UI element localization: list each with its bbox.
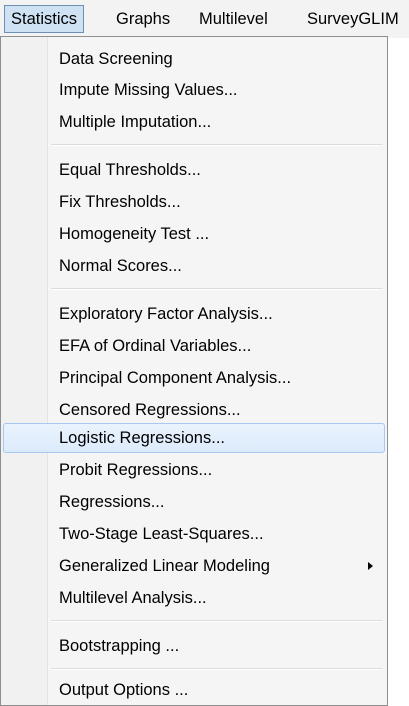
- menu-item-principal-component-analysis[interactable]: Principal Component Analysis...: [3, 363, 385, 393]
- menu-item-label: EFA of Ordinal Variables...: [59, 337, 252, 355]
- menu-separator: [51, 144, 383, 146]
- menu-item-label: Fix Thresholds...: [59, 193, 181, 211]
- menu-item-generalized-linear-modeling[interactable]: Generalized Linear Modeling: [3, 551, 385, 581]
- menu-item-normal-scores[interactable]: Normal Scores...: [3, 251, 385, 281]
- menu-separator: [51, 620, 383, 622]
- menu-item-label: Censored Regressions...: [59, 401, 241, 419]
- menu-item-homogeneity-test[interactable]: Homogeneity Test ...: [3, 219, 385, 249]
- menu-statistics[interactable]: Statistics: [4, 5, 85, 33]
- menu-item-exploratory-factor-analysis[interactable]: Exploratory Factor Analysis...: [3, 299, 385, 329]
- menu-item-label: Logistic Regressions...: [59, 429, 225, 447]
- menu-item-label: Multiple Imputation...: [59, 113, 212, 131]
- menu-item-label: Homogeneity Test ...: [59, 225, 210, 243]
- menu-item-two-stage-least-squares[interactable]: Two-Stage Least-Squares...: [3, 519, 385, 549]
- menu-item-label: Normal Scores...: [59, 257, 182, 275]
- menu-item-label: Probit Regressions...: [59, 461, 213, 479]
- menu-item-data-screening[interactable]: Data Screening: [3, 44, 385, 74]
- menu-item-label: Exploratory Factor Analysis...: [59, 305, 273, 323]
- menu-separator: [51, 288, 383, 290]
- menu-item-label: Multilevel Analysis...: [59, 589, 207, 607]
- menu-item-bootstrapping[interactable]: Bootstrapping ...: [3, 631, 385, 661]
- menu-item-probit-regressions[interactable]: Probit Regressions...: [3, 455, 385, 485]
- menu-item-multiple-imputation[interactable]: Multiple Imputation...: [3, 107, 385, 137]
- menu-item-output-options[interactable]: Output Options ...: [3, 675, 385, 705]
- menu-item-label: Generalized Linear Modeling: [59, 557, 270, 575]
- menu-item-label: Regressions...: [59, 493, 165, 511]
- menu-item-label: Principal Component Analysis...: [59, 369, 292, 387]
- menu-item-label: Equal Thresholds...: [59, 161, 201, 179]
- menu-item-censored-regressions[interactable]: Censored Regressions...: [3, 395, 385, 425]
- menu-bar: Statistics Graphs Multilevel SurveyGLIM: [0, 0, 409, 38]
- menu-item-label: Impute Missing Values...: [59, 81, 238, 99]
- menu-item-label: Two-Stage Least-Squares...: [59, 525, 264, 543]
- statistics-dropdown-menu: Data Screening Impute Missing Values... …: [0, 36, 388, 706]
- menu-item-multilevel-analysis[interactable]: Multilevel Analysis...: [3, 583, 385, 613]
- menu-item-label: Bootstrapping ...: [59, 637, 180, 655]
- menu-item-regressions[interactable]: Regressions...: [3, 487, 385, 517]
- menu-surveyglim[interactable]: SurveyGLIM: [307, 5, 399, 33]
- submenu-arrow-icon: [368, 562, 373, 570]
- menu-item-fix-thresholds[interactable]: Fix Thresholds...: [3, 187, 385, 217]
- menu-graphs[interactable]: Graphs: [116, 5, 170, 33]
- menu-separator: [51, 668, 383, 670]
- menu-item-equal-thresholds[interactable]: Equal Thresholds...: [3, 155, 385, 185]
- menu-item-impute-missing-values[interactable]: Impute Missing Values...: [3, 75, 385, 105]
- menu-item-logistic-regressions[interactable]: Logistic Regressions...: [3, 423, 385, 453]
- menu-item-label: Data Screening: [59, 50, 173, 68]
- menu-item-efa-of-ordinal-variables[interactable]: EFA of Ordinal Variables...: [3, 331, 385, 361]
- screenshot: Statistics Graphs Multilevel SurveyGLIM …: [0, 0, 409, 706]
- menu-multilevel[interactable]: Multilevel: [199, 5, 268, 33]
- menu-item-label: Output Options ...: [59, 681, 189, 699]
